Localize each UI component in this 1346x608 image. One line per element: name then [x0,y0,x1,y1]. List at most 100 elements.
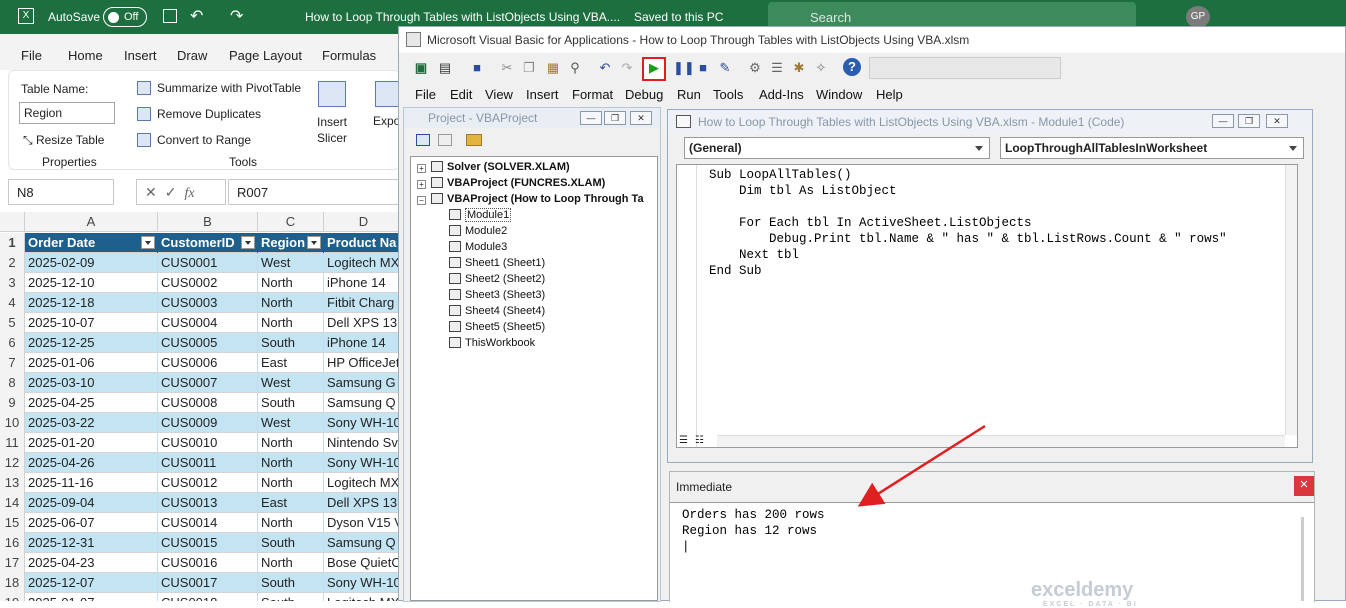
table-cell[interactable]: CUS0018 [158,593,258,601]
tree-item[interactable]: Sheet5 (Sheet5) [449,321,545,333]
formula-buttons[interactable]: ✕✓fx [136,179,226,205]
vertical-scrollbar[interactable] [1285,165,1297,435]
collapse-icon[interactable]: − [417,196,426,205]
table-header-cell[interactable]: Product Na [324,233,400,253]
table-cell[interactable]: 2025-02-09 [25,253,158,273]
table-cell[interactable]: CUS0006 [158,353,258,373]
table-cell[interactable]: CUS0017 [158,573,258,593]
table-cell[interactable]: 2025-03-22 [25,413,158,433]
immediate-text[interactable]: Orders has 200 rows Region has 12 rows | [682,507,825,555]
cut-icon[interactable]: ✂ [499,60,515,76]
table-cell[interactable]: CUS0001 [158,253,258,273]
tree-item[interactable]: Sheet1 (Sheet1) [449,257,545,269]
table-cell[interactable]: North [258,293,324,313]
filter-dropdown-icon[interactable] [307,236,321,249]
table-row[interactable]: 5 2025-10-07 CUS0004 North Dell XPS 13 [0,313,400,333]
row-number[interactable]: 18 [0,573,25,593]
name-box[interactable]: N8 [8,179,114,205]
row-number[interactable]: 3 [0,273,25,293]
menu-draw[interactable]: Draw [177,48,207,63]
code-editor[interactable]: Sub LoopAllTables() Dim tbl As ListObjec… [676,164,1298,448]
minimize-button[interactable]: — [580,111,602,125]
row-number[interactable]: 8 [0,373,25,393]
save-icon[interactable] [163,9,177,23]
table-cell[interactable]: South [258,393,324,413]
table-row[interactable]: 13 2025-11-16 CUS0012 North Logitech MX [0,473,400,493]
table-cell[interactable]: 2025-04-26 [25,453,158,473]
autosave-toggle[interactable]: Off [103,7,147,27]
resize-table-button[interactable]: ⤡ Resize Table [23,133,104,148]
table-cell[interactable]: Fitbit Charg [324,293,400,313]
table-cell[interactable]: CUS0008 [158,393,258,413]
project-explorer-icon[interactable]: ⚙ [747,60,763,76]
copy-icon[interactable]: ❐ [521,60,537,76]
formula-input[interactable]: R007 [228,179,400,205]
table-cell[interactable]: 2025-04-23 [25,553,158,573]
undo-icon[interactable]: ↶ [190,6,203,26]
table-cell[interactable]: Sony WH-10 [324,453,400,473]
row-number[interactable]: 5 [0,313,25,333]
vba-menu-view[interactable]: View [485,87,513,102]
table-row[interactable]: 8 2025-03-10 CUS0007 West Samsung G [0,373,400,393]
table-cell[interactable]: Nintendo Sv [324,433,400,453]
save-icon[interactable]: ■ [469,60,485,76]
table-cell[interactable]: Bose QuietC [324,553,400,573]
tree-item[interactable]: Solver (SOLVER.XLAM) [431,161,570,173]
table-cell[interactable]: 2025-01-06 [25,353,158,373]
table-cell[interactable]: South [258,593,324,601]
table-row[interactable]: 4 2025-12-18 CUS0003 North Fitbit Charg [0,293,400,313]
table-cell[interactable]: 2025-01-20 [25,433,158,453]
table-cell[interactable]: CUS0002 [158,273,258,293]
export-button[interactable]: Expo [373,114,400,128]
table-cell[interactable]: CUS0013 [158,493,258,513]
table-row[interactable]: 3 2025-12-10 CUS0002 North iPhone 14 [0,273,400,293]
table-cell[interactable]: West [258,373,324,393]
corner-select-all[interactable] [0,212,25,232]
table-row[interactable]: 9 2025-04-25 CUS0008 South Samsung Q [0,393,400,413]
properties-icon[interactable]: ☰ [769,60,785,76]
table-row[interactable]: 16 2025-12-31 CUS0015 South Samsung Q [0,533,400,553]
row-number[interactable]: 1 [0,233,25,253]
row-number[interactable]: 4 [0,293,25,313]
table-name-input[interactable]: Region [19,102,115,124]
table-cell[interactable]: South [258,573,324,593]
cancel-icon[interactable]: ✕ [145,184,165,200]
table-header-cell[interactable]: Order Date [25,233,158,253]
table-cell[interactable]: CUS0014 [158,513,258,533]
expand-icon[interactable]: + [417,164,426,173]
tree-item[interactable]: VBAProject (FUNCRES.XLAM) [431,177,605,189]
table-cell[interactable]: iPhone 14 [324,273,400,293]
table-row[interactable]: 10 2025-03-22 CUS0009 West Sony WH-10 [0,413,400,433]
find-icon[interactable]: ⚲ [567,60,583,76]
table-cell[interactable]: Dell XPS 13 [324,493,400,513]
table-cell[interactable]: Logitech MX [324,593,400,601]
menu-insert[interactable]: Insert [124,48,157,63]
row-number[interactable]: 2 [0,253,25,273]
run-macro-button[interactable]: ▶ [642,57,666,81]
row-number[interactable]: 16 [0,533,25,553]
vba-menu-debug[interactable]: Debug [625,87,663,102]
table-row[interactable]: 17 2025-04-23 CUS0016 North Bose QuietC [0,553,400,573]
vba-menu-format[interactable]: Format [572,87,613,102]
menu-file[interactable]: File [21,48,42,63]
toggle-folders-icon[interactable] [466,134,482,146]
column-header[interactable]: C [258,212,324,232]
row-number[interactable]: 11 [0,433,25,453]
vba-menu-help[interactable]: Help [876,87,903,102]
row-number[interactable]: 15 [0,513,25,533]
close-button[interactable]: ✕ [630,111,652,125]
table-cell[interactable]: CUS0004 [158,313,258,333]
table-cell[interactable]: 2025-03-10 [25,373,158,393]
table-cell[interactable]: South [258,333,324,353]
table-cell[interactable]: CUS0016 [158,553,258,573]
table-cell[interactable]: Dell XPS 13 [324,313,400,333]
table-cell[interactable]: North [258,553,324,573]
menu-formulas[interactable]: Formulas [322,48,376,63]
restore-button[interactable]: ❐ [604,111,626,125]
table-cell[interactable]: CUS0010 [158,433,258,453]
table-cell[interactable]: North [258,453,324,473]
table-cell[interactable]: 2025-12-10 [25,273,158,293]
table-cell[interactable]: Sony WH-10 [324,413,400,433]
table-cell[interactable]: North [258,433,324,453]
filter-dropdown-icon[interactable] [141,236,155,249]
